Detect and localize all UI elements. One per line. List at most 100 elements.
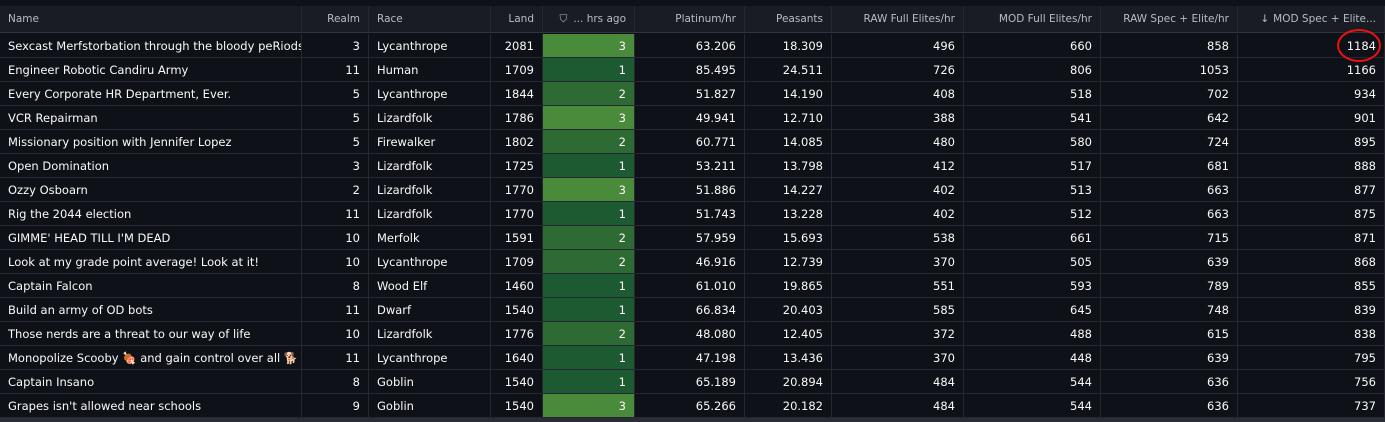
- cell-peasants[interactable]: 20.894: [745, 370, 832, 393]
- cell-realm[interactable]: 5: [302, 130, 369, 153]
- table-row[interactable]: Engineer Robotic Candiru Army 11 Human 1709…: [0, 58, 1385, 82]
- cell-name[interactable]: Rig the 2044 election: [0, 202, 302, 225]
- cell-mod-full[interactable]: 505: [964, 250, 1101, 273]
- cell-mod-spec[interactable]: 756: [1238, 370, 1385, 393]
- cell-realm[interactable]: 3: [302, 34, 369, 57]
- cell-hrs[interactable]: 2: [543, 82, 635, 105]
- cell-raw-spec[interactable]: 715: [1101, 226, 1238, 249]
- table-row[interactable]: Captain Insano 8 Goblin 1540 1 65.189 20.894 48…: [0, 370, 1385, 394]
- cell-land[interactable]: 1540: [491, 370, 543, 393]
- cell-platinum[interactable]: 61.010: [635, 274, 745, 297]
- cell-land[interactable]: 1460: [491, 274, 543, 297]
- cell-land[interactable]: 1591: [491, 226, 543, 249]
- cell-platinum[interactable]: 85.495: [635, 58, 745, 81]
- cell-land[interactable]: 1770: [491, 178, 543, 201]
- cell-raw-full[interactable]: 372: [832, 322, 964, 345]
- cell-platinum[interactable]: 53.211: [635, 154, 745, 177]
- cell-platinum[interactable]: 46.916: [635, 250, 745, 273]
- table-row[interactable]: Captain Falcon 8 Wood Elf 1460 1 61.010 19.865…: [0, 274, 1385, 298]
- column-header-hrs-ago[interactable]: ⛉... hrs ago: [543, 6, 635, 32]
- cell-land[interactable]: 1709: [491, 250, 543, 273]
- cell-mod-full[interactable]: 513: [964, 178, 1101, 201]
- cell-raw-full[interactable]: 388: [832, 106, 964, 129]
- cell-raw-full[interactable]: 496: [832, 34, 964, 57]
- cell-race[interactable]: Lycanthrope: [369, 34, 491, 57]
- cell-hrs[interactable]: 3: [543, 106, 635, 129]
- table-row[interactable]: Look at my grade point average! Look at …: [0, 250, 1385, 274]
- cell-raw-full[interactable]: 412: [832, 154, 964, 177]
- cell-race[interactable]: Wood Elf: [369, 274, 491, 297]
- cell-race[interactable]: Lizardfolk: [369, 178, 491, 201]
- cell-realm[interactable]: 8: [302, 274, 369, 297]
- filter-icon[interactable]: ⛉: [559, 13, 567, 26]
- cell-peasants[interactable]: 13.436: [745, 346, 832, 369]
- cell-raw-full[interactable]: 726: [832, 58, 964, 81]
- table-row[interactable]: Build an army of OD bots 11 Dwarf 1540 1 66.8…: [0, 298, 1385, 322]
- cell-race[interactable]: Goblin: [369, 394, 491, 417]
- cell-peasants[interactable]: 20.403: [745, 298, 832, 321]
- cell-raw-full[interactable]: 551: [832, 274, 964, 297]
- cell-name[interactable]: Captain Falcon: [0, 274, 302, 297]
- cell-peasants[interactable]: 13.228: [745, 202, 832, 225]
- cell-raw-spec[interactable]: 681: [1101, 154, 1238, 177]
- column-header-realm[interactable]: Realm: [302, 6, 369, 32]
- column-header-raw-spec-elite[interactable]: RAW Spec + Elite/hr: [1101, 6, 1238, 32]
- cell-raw-spec[interactable]: 663: [1101, 202, 1238, 225]
- cell-realm[interactable]: 11: [302, 202, 369, 225]
- cell-mod-spec[interactable]: 901: [1238, 106, 1385, 129]
- cell-raw-spec[interactable]: 615: [1101, 322, 1238, 345]
- table-row[interactable]: Sexcast Merfstorbation through the blood…: [0, 34, 1385, 58]
- cell-race[interactable]: Lycanthrope: [369, 346, 491, 369]
- cell-name[interactable]: Grapes isn't allowed near schools: [0, 394, 302, 417]
- cell-hrs[interactable]: 1: [543, 370, 635, 393]
- cell-hrs[interactable]: 3: [543, 34, 635, 57]
- cell-platinum[interactable]: 51.886: [635, 178, 745, 201]
- cell-raw-full[interactable]: 370: [832, 346, 964, 369]
- cell-realm[interactable]: 10: [302, 250, 369, 273]
- cell-hrs[interactable]: 1: [543, 346, 635, 369]
- cell-mod-full[interactable]: 541: [964, 106, 1101, 129]
- cell-peasants[interactable]: 19.865: [745, 274, 832, 297]
- cell-platinum[interactable]: 66.834: [635, 298, 745, 321]
- cell-mod-full[interactable]: 645: [964, 298, 1101, 321]
- cell-hrs[interactable]: 2: [543, 250, 635, 273]
- cell-raw-spec[interactable]: 636: [1101, 370, 1238, 393]
- column-header-platinum[interactable]: Platinum/hr: [635, 6, 745, 32]
- table-row[interactable]: Open Domination 3 Lizardfolk 1725 1 53.211 13.…: [0, 154, 1385, 178]
- cell-raw-spec[interactable]: 663: [1101, 178, 1238, 201]
- cell-mod-spec[interactable]: 875: [1238, 202, 1385, 225]
- cell-raw-spec[interactable]: 724: [1101, 130, 1238, 153]
- cell-race[interactable]: Lizardfolk: [369, 106, 491, 129]
- cell-realm[interactable]: 11: [302, 58, 369, 81]
- cell-race[interactable]: Lizardfolk: [369, 154, 491, 177]
- table-row[interactable]: Rig the 2044 election 11 Lizardfolk 1770 1 51…: [0, 202, 1385, 226]
- cell-land[interactable]: 1802: [491, 130, 543, 153]
- cell-land[interactable]: 1786: [491, 106, 543, 129]
- table-row[interactable]: GIMME' HEAD TILL I'M DEAD 10 Merfolk 1591 2 5…: [0, 226, 1385, 250]
- cell-raw-full[interactable]: 585: [832, 298, 964, 321]
- cell-name[interactable]: GIMME' HEAD TILL I'M DEAD: [0, 226, 302, 249]
- cell-realm[interactable]: 2: [302, 178, 369, 201]
- cell-mod-full[interactable]: 512: [964, 202, 1101, 225]
- cell-peasants[interactable]: 12.405: [745, 322, 832, 345]
- cell-realm[interactable]: 8: [302, 370, 369, 393]
- cell-hrs[interactable]: 1: [543, 58, 635, 81]
- cell-name[interactable]: Look at my grade point average! Look at …: [0, 250, 302, 273]
- cell-mod-spec[interactable]: 895: [1238, 130, 1385, 153]
- cell-raw-spec[interactable]: 639: [1101, 346, 1238, 369]
- table-row[interactable]: Grapes isn't allowed near schools 9 Goblin…: [0, 394, 1385, 418]
- cell-raw-full[interactable]: 484: [832, 394, 964, 417]
- cell-raw-spec[interactable]: 639: [1101, 250, 1238, 273]
- cell-race[interactable]: Dwarf: [369, 298, 491, 321]
- cell-mod-spec[interactable]: 855: [1238, 274, 1385, 297]
- cell-name[interactable]: Monopolize Scooby 🍖 and gain control ove…: [0, 346, 302, 369]
- cell-hrs[interactable]: 3: [543, 394, 635, 417]
- cell-mod-spec[interactable]: 888: [1238, 154, 1385, 177]
- cell-race[interactable]: Lizardfolk: [369, 322, 491, 345]
- cell-raw-spec[interactable]: 789: [1101, 274, 1238, 297]
- cell-mod-full[interactable]: 660: [964, 34, 1101, 57]
- cell-land[interactable]: 1540: [491, 298, 543, 321]
- cell-raw-full[interactable]: 402: [832, 178, 964, 201]
- cell-name[interactable]: Those nerds are a threat to our way of l…: [0, 322, 302, 345]
- cell-land[interactable]: 2081: [491, 34, 543, 57]
